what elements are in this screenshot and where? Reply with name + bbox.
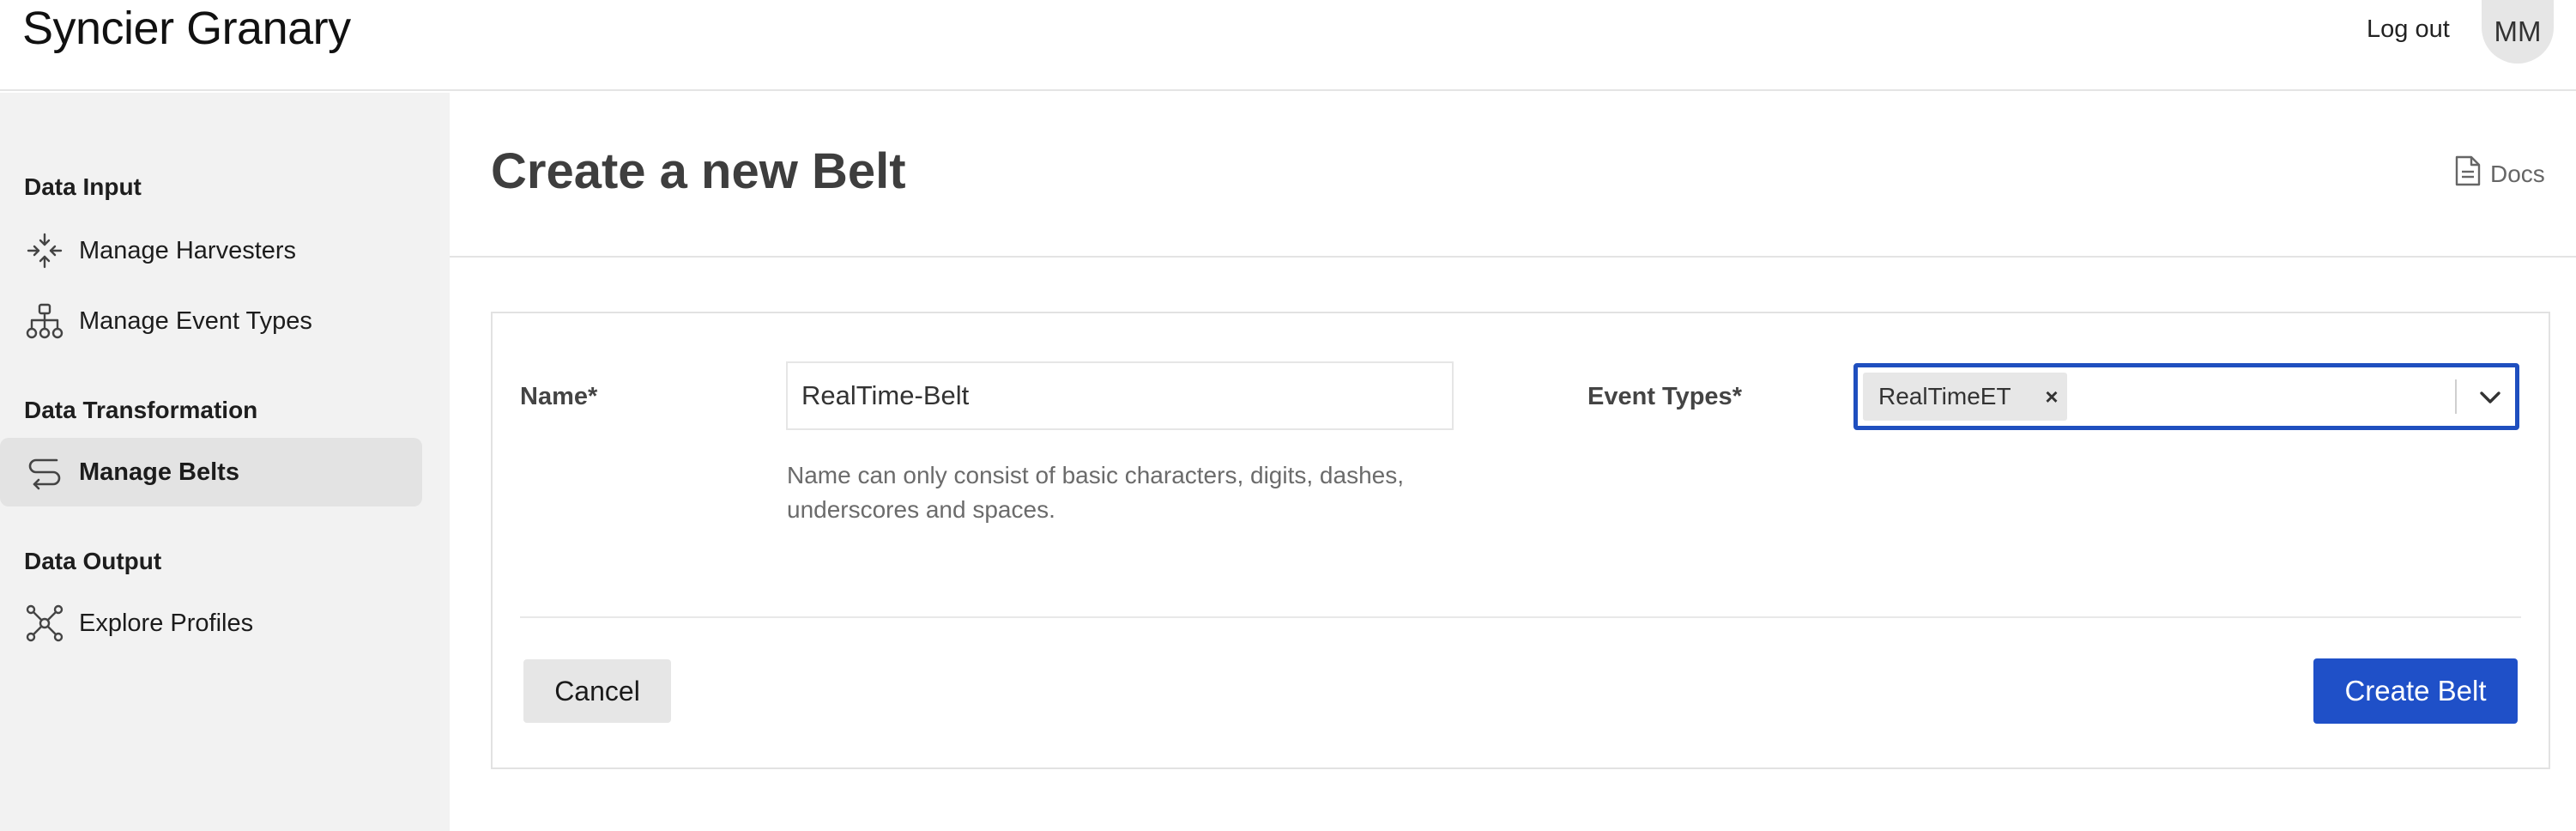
sidebar-section-data-output: Data Output <box>24 548 162 574</box>
hierarchy-icon <box>24 300 65 342</box>
sidebar-item-manage-harvesters[interactable]: Manage Harvesters <box>0 216 422 285</box>
chip-label: RealTimeET <box>1878 383 2011 409</box>
app-title[interactable]: Syncier Granary <box>22 2 351 55</box>
arrows-collapse-icon <box>24 230 65 271</box>
sidebar-section-data-input: Data Input <box>24 173 142 200</box>
chevron-down-icon[interactable] <box>2476 383 2505 412</box>
network-icon <box>24 603 65 644</box>
docs-link[interactable]: Docs <box>2454 155 2545 193</box>
document-icon <box>2454 155 2482 193</box>
sidebar-section-data-transformation: Data Transformation <box>24 397 258 423</box>
sidebar-item-manage-event-types[interactable]: Manage Event Types <box>0 287 422 355</box>
event-types-label: Event Types* <box>1587 383 1742 410</box>
page-title: Create a new Belt <box>491 143 906 199</box>
select-separator <box>2455 379 2457 414</box>
name-help-text: Name can only consist of basic character… <box>787 462 1405 523</box>
sidebar-item-label: Manage Event Types <box>79 306 312 335</box>
cancel-button[interactable]: Cancel <box>523 659 671 723</box>
create-belt-button[interactable]: Create Belt <box>2313 658 2518 724</box>
sidebar-item-label: Explore Profiles <box>79 609 254 637</box>
avatar[interactable]: MM <box>2482 0 2554 64</box>
sidebar-item-explore-profiles[interactable]: Explore Profiles <box>0 589 422 658</box>
name-input[interactable] <box>786 361 1454 430</box>
divider <box>450 256 2576 258</box>
selected-chip: RealTimeET × <box>1863 373 2067 421</box>
belt-path-icon <box>24 452 65 493</box>
form-divider <box>520 616 2521 618</box>
chip-remove-icon[interactable]: × <box>2040 381 2064 412</box>
logout-link[interactable]: Log out <box>2367 15 2450 44</box>
sidebar: Data Input Manage Harvesters Manage Even… <box>0 93 450 831</box>
docs-label: Docs <box>2490 160 2545 187</box>
top-bar: Syncier Granary Log out MM <box>0 0 2576 91</box>
sidebar-item-label: Manage Belts <box>79 458 239 486</box>
sidebar-item-manage-belts[interactable]: Manage Belts <box>0 438 422 506</box>
sidebar-item-label: Manage Harvesters <box>79 236 297 264</box>
event-types-select[interactable]: RealTimeET × <box>1853 363 2519 430</box>
name-label: Name* <box>520 383 598 410</box>
